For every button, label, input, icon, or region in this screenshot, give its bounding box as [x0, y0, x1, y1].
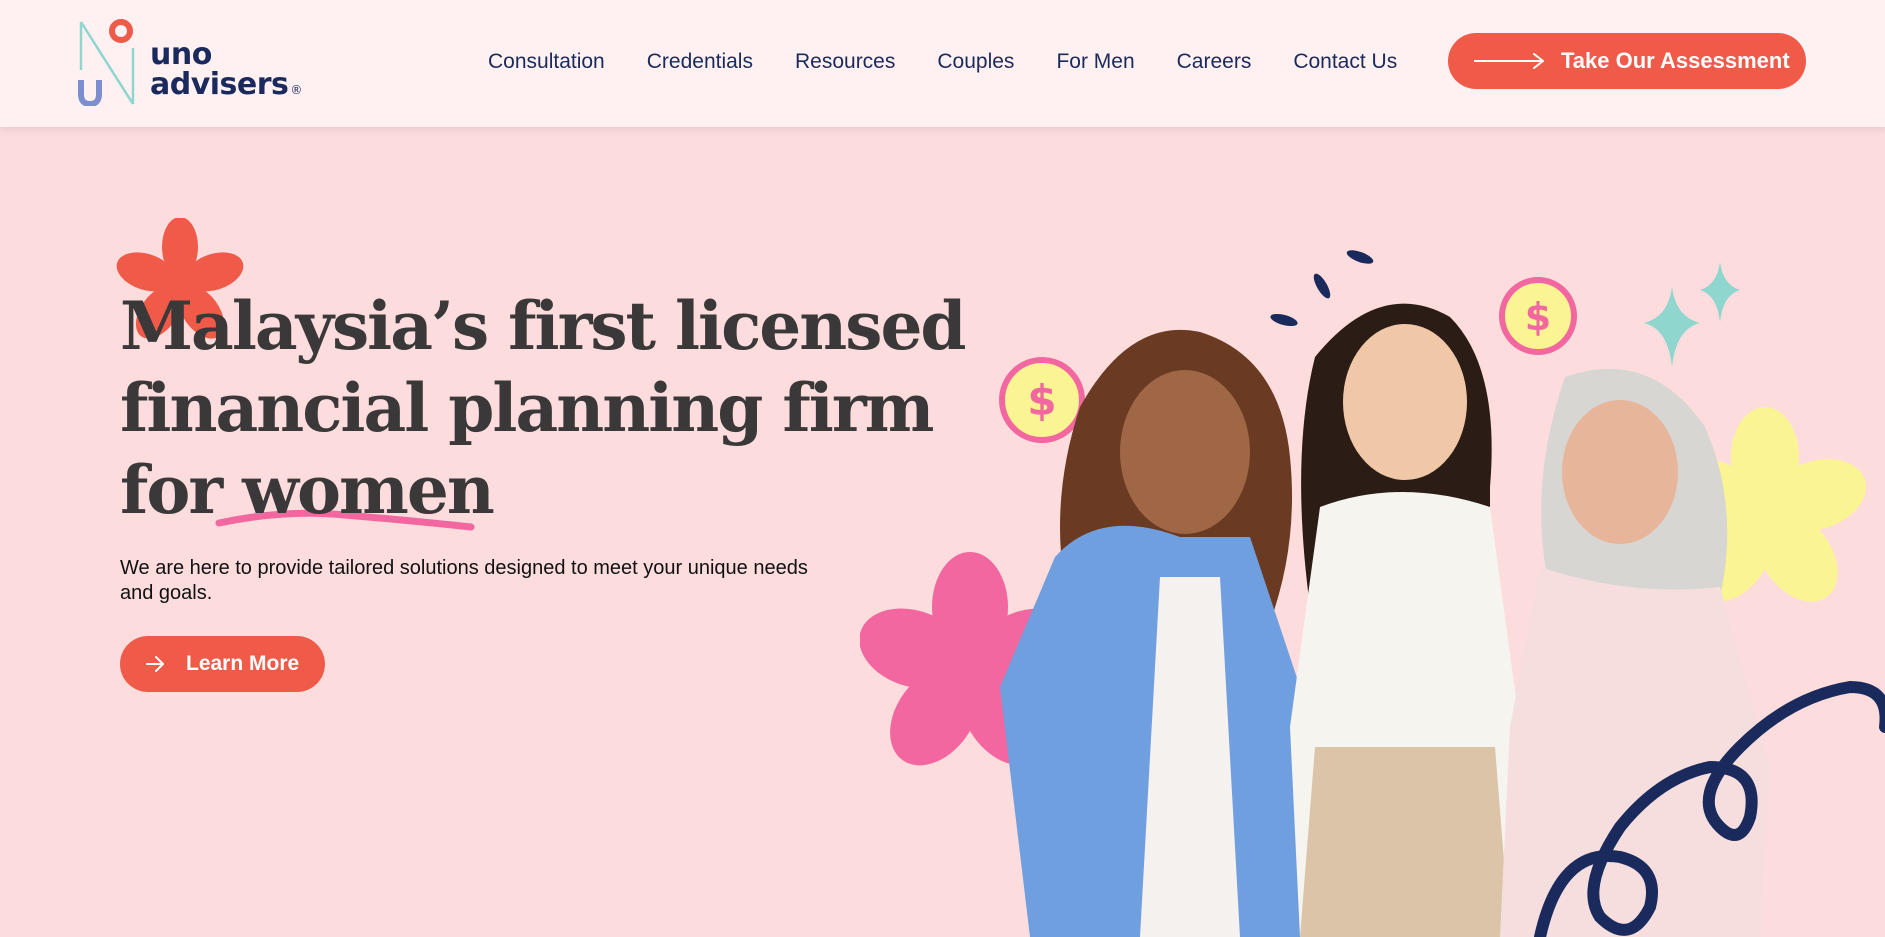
svg-text:$: $ [1027, 376, 1056, 425]
dollar-coin-icon: $ [1499, 277, 1577, 355]
logo-wordmark: uno advisers ® [150, 40, 302, 105]
dollar-coin-icon: $ [999, 357, 1085, 443]
headline-line-1: Malaysia’s first licensed [120, 287, 967, 365]
logo-text-uno: uno [150, 37, 212, 72]
take-assessment-button[interactable]: Take Our Assessment [1448, 33, 1806, 89]
site-header: uno advisers ® Consultation Credentials R… [0, 0, 1885, 127]
registered-mark: ® [290, 83, 302, 97]
woman-right-figure [1500, 368, 1770, 937]
learn-more-button[interactable]: Learn More [120, 636, 325, 692]
uno-advisers-logo[interactable]: uno advisers ® [78, 18, 302, 106]
arrow-right-icon [146, 656, 164, 672]
svg-text:$: $ [1525, 295, 1551, 339]
logo-mark-icon [78, 19, 135, 106]
headline-line-2: financial planning firm [120, 369, 934, 447]
main-nav: Consultation Credentials Resources Coupl… [488, 48, 1397, 76]
arrow-right-icon [1474, 53, 1544, 69]
hero-subtext: We are here to provide tailored solution… [120, 557, 808, 604]
take-assessment-label: Take Our Assessment [1561, 48, 1790, 73]
nav-item-careers[interactable]: Careers [1177, 48, 1252, 76]
logo-text-advisers: advisers [150, 67, 289, 102]
nav-item-credentials[interactable]: Credentials [647, 48, 753, 76]
nav-item-couples[interactable]: Couples [937, 48, 1014, 76]
sparkle-icon [1644, 262, 1740, 367]
nav-item-for-men[interactable]: For Men [1056, 48, 1134, 76]
hero-headline: Malaysia’s first licensed financial plan… [120, 285, 967, 531]
hero-photo-women: $ $ [860, 127, 1885, 937]
headline-line-3: for women [120, 451, 495, 529]
learn-more-label: Learn More [186, 652, 300, 675]
nav-item-resources[interactable]: Resources [795, 48, 895, 76]
hero-illustration: $ $ [860, 250, 1885, 937]
nav-item-contact-us[interactable]: Contact Us [1293, 48, 1397, 76]
woman-middle-figure [1290, 303, 1520, 937]
accent-marks-icon [1270, 250, 1374, 327]
nav-item-consultation[interactable]: Consultation [488, 48, 605, 76]
